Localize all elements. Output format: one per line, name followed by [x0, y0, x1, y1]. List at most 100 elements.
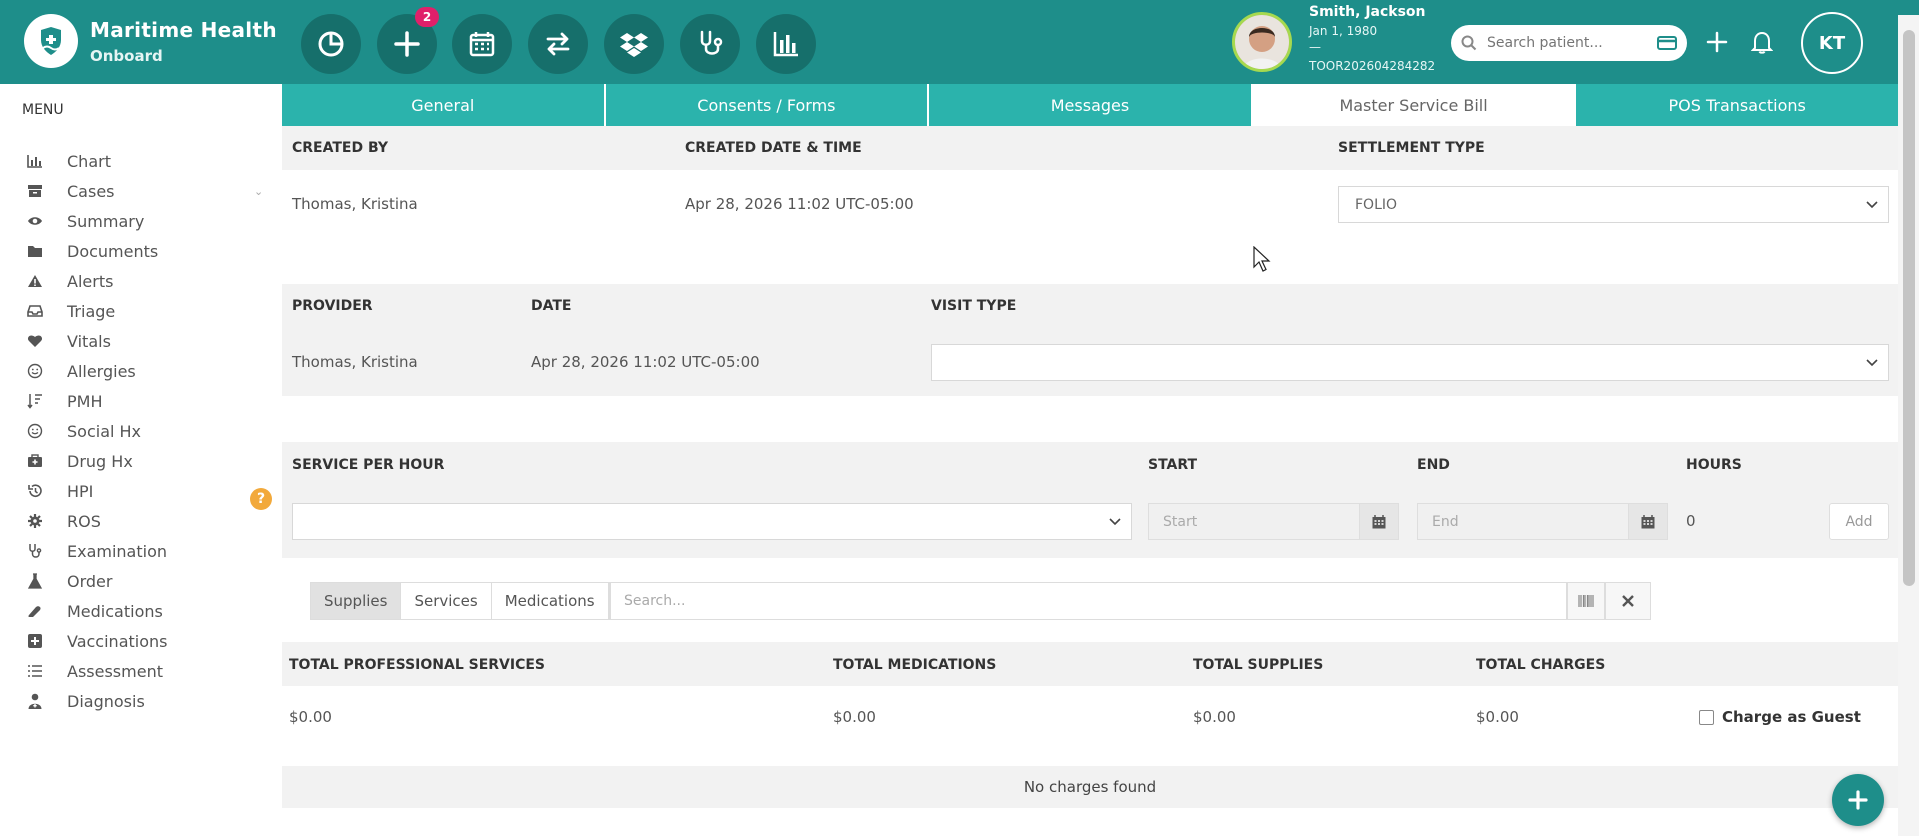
sidebar-item-label: Drug Hx	[67, 451, 133, 471]
sidebar-item-chart[interactable]: Chart	[0, 146, 282, 176]
sidebar-item-cases[interactable]: Cases ⌄	[0, 176, 282, 206]
pie-chart-button[interactable]	[301, 14, 361, 74]
charge-as-guest-control[interactable]: Charge as Guest	[1699, 708, 1861, 726]
visit-type-select[interactable]	[931, 344, 1889, 381]
item-type-selector: Supplies Services Medications	[310, 582, 610, 620]
sidebar-item-vaccinations[interactable]: Vaccinations	[0, 626, 282, 656]
sidebar-item-alerts[interactable]: Alerts	[0, 266, 282, 296]
sidebar-item-label: Diagnosis	[67, 691, 145, 711]
sidebar-item-label: ROS	[67, 511, 101, 531]
sidebar-item-diagnosis[interactable]: Diagnosis	[0, 686, 282, 716]
empty-charges-message: No charges found	[282, 766, 1898, 808]
bar-chart-icon	[25, 151, 45, 171]
sidebar-item-vitals[interactable]: Vitals	[0, 326, 282, 356]
brand-logo[interactable]	[24, 14, 78, 68]
item-search-input[interactable]: Search...	[610, 582, 1567, 620]
start-label: START	[1148, 457, 1198, 473]
medkit-icon	[25, 451, 45, 471]
barcode-button[interactable]	[1567, 582, 1605, 620]
sidebar-item-pmh[interactable]: PMH	[0, 386, 282, 416]
card-icon[interactable]	[1657, 35, 1677, 51]
end-input[interactable]: End	[1417, 503, 1639, 540]
stethoscope-button[interactable]	[680, 14, 740, 74]
search-input[interactable]	[1487, 35, 1647, 51]
calendar-button[interactable]	[452, 14, 512, 74]
patient-photo[interactable]	[1232, 12, 1292, 72]
sidebar-item-social-hx[interactable]: Social Hx	[0, 416, 282, 446]
main-tabs: General Consents / Forms Messages Master…	[282, 84, 1898, 126]
total-charges-label: TOTAL CHARGES	[1476, 657, 1606, 673]
provider-label: PROVIDER	[292, 298, 373, 314]
search-icon	[1461, 35, 1477, 51]
tab-general[interactable]: General	[282, 84, 606, 126]
folder-icon	[25, 241, 45, 261]
end-calendar-button[interactable]	[1628, 503, 1668, 540]
start-calendar-button[interactable]	[1359, 503, 1399, 540]
list-icon	[25, 661, 45, 681]
tab-master-service-bill[interactable]: Master Service Bill	[1252, 84, 1577, 126]
floating-add-button[interactable]	[1832, 774, 1884, 826]
tab-consents-forms[interactable]: Consents / Forms	[605, 84, 930, 126]
allergies-help-badge[interactable]: ?	[250, 488, 272, 510]
gear-icon	[25, 511, 45, 531]
clear-search-button[interactable]	[1605, 582, 1651, 620]
start-input[interactable]: Start	[1148, 503, 1370, 540]
add-header-button[interactable]	[1703, 28, 1731, 56]
sidebar-item-documents[interactable]: Documents	[0, 236, 282, 266]
sidebar-item-summary[interactable]: Summary	[0, 206, 282, 236]
sort-icon	[25, 391, 45, 411]
charge-as-guest-checkbox[interactable]	[1699, 709, 1714, 725]
segment-medications[interactable]: Medications	[491, 583, 609, 619]
header-row-created	[282, 126, 1898, 170]
plus-icon	[394, 31, 420, 57]
sidebar-item-allergies[interactable]: Allergies	[0, 356, 282, 386]
segment-supplies[interactable]: Supplies	[311, 583, 402, 619]
sidebar-item-assessment[interactable]: Assessment	[0, 656, 282, 686]
service-per-hour-select[interactable]	[292, 503, 1132, 540]
sidebar-item-examination[interactable]: Examination	[0, 536, 282, 566]
patient-name[interactable]: Smith, Jackson	[1309, 4, 1426, 20]
calendar-icon	[469, 32, 495, 57]
brand-subtitle: Onboard	[90, 47, 163, 65]
smile-icon	[25, 421, 45, 441]
sidebar-item-triage[interactable]: Triage	[0, 296, 282, 326]
sidebar-item-label: PMH	[67, 391, 103, 411]
end-label: END	[1417, 457, 1450, 473]
notifications-button[interactable]	[1748, 28, 1776, 56]
sidebar-item-ros[interactable]: ROS	[0, 506, 282, 536]
user-avatar[interactable]: KT	[1801, 12, 1863, 74]
visit-type-label: VISIT TYPE	[931, 298, 1017, 314]
bar-chart-button[interactable]	[756, 14, 816, 74]
patient-search[interactable]	[1451, 25, 1687, 61]
chevron-double-down-icon[interactable]: ⌄	[254, 185, 263, 198]
sidebar-item-hpi[interactable]: HPI	[0, 476, 282, 506]
scrollbar-thumb[interactable]	[1903, 30, 1915, 586]
date-label: DATE	[531, 298, 572, 314]
segment-services[interactable]: Services	[401, 583, 492, 619]
settlement-type-select[interactable]: FOLIO	[1338, 186, 1889, 223]
close-icon	[1622, 595, 1634, 607]
tab-pos-transactions[interactable]: POS Transactions	[1576, 84, 1898, 126]
warning-icon	[25, 271, 45, 291]
sidebar-item-order[interactable]: Order	[0, 566, 282, 596]
flask-icon	[25, 571, 45, 591]
patient-dob: Jan 1, 1980	[1309, 24, 1378, 38]
tab-messages[interactable]: Messages	[929, 84, 1253, 126]
sidebar-item-medications[interactable]: Medications	[0, 596, 282, 626]
created-date-value: Apr 28, 2026 11:02 UTC-05:00	[685, 195, 914, 213]
sidebar-item-label: Examination	[67, 541, 168, 561]
transfer-button[interactable]	[528, 14, 588, 74]
dropbox-button[interactable]	[604, 14, 664, 74]
bar-chart-icon	[773, 32, 798, 57]
created-by-value: Thomas, Kristina	[292, 195, 418, 213]
sidebar-item-drug-hx[interactable]: Drug Hx	[0, 446, 282, 476]
stethoscope-icon	[700, 30, 723, 55]
total-supplies-label: TOTAL SUPPLIES	[1193, 657, 1324, 673]
add-service-button[interactable]: Add	[1829, 503, 1889, 540]
settlement-type-label: SETTLEMENT TYPE	[1338, 140, 1485, 156]
stethoscope-icon	[25, 541, 45, 561]
provider-value: Thomas, Kristina	[292, 353, 418, 371]
charge-as-guest-label: Charge as Guest	[1722, 708, 1861, 726]
inbox-icon	[25, 301, 45, 321]
transfer-icon	[546, 32, 570, 56]
